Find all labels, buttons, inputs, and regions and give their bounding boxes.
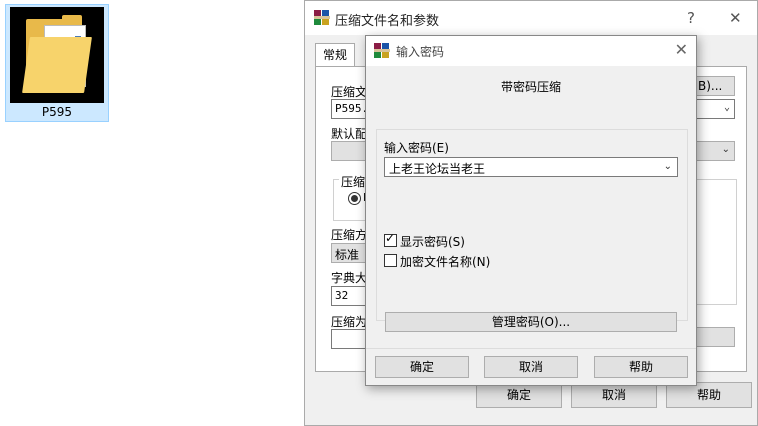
folder-icon	[10, 7, 104, 103]
folder-label: P595	[41, 105, 73, 119]
window-title: 压缩文件名和参数	[335, 14, 440, 29]
title-bar: 输入密码 ✕	[366, 36, 696, 66]
dictionary-label: 字典大	[331, 271, 368, 285]
show-password-label: 显示密码(S)	[400, 235, 465, 249]
encrypt-file-names-label: 加密文件名称(N)	[400, 255, 491, 269]
archive-name-dropdown[interactable]: ⌄	[695, 99, 735, 119]
password-field-label: 输入密码(E)	[384, 141, 449, 155]
title-bar: 压缩文件名和参数 ? ✕	[305, 1, 757, 35]
chevron-down-icon: ⌄	[723, 102, 730, 113]
winrar-icon	[374, 43, 390, 59]
options-group	[695, 179, 737, 305]
winrar-icon	[314, 10, 330, 26]
help-button[interactable]: 帮助	[594, 356, 688, 378]
cancel-button[interactable]: 取消	[484, 356, 578, 378]
help-icon[interactable]: ?	[687, 9, 695, 27]
close-icon[interactable]: ✕	[675, 40, 688, 59]
password-value: 上老王论坛当老王	[389, 162, 486, 176]
dialog-title: 输入密码	[396, 45, 445, 59]
manage-passwords-button[interactable]: 管理密码(O)...	[385, 312, 677, 332]
browse-button[interactable]: B)...	[695, 76, 735, 96]
encrypt-file-names-checkbox[interactable]	[384, 254, 397, 267]
divider	[366, 348, 696, 349]
chevron-down-icon: ⌄	[721, 144, 730, 155]
show-password-checkbox[interactable]: ✓	[384, 231, 397, 247]
close-icon[interactable]: ✕	[729, 9, 742, 27]
enter-password-dialog: 输入密码 ✕ 带密码压缩 输入密码(E) 上老王论坛当老王 ⌄ ✓ 显示密码(S…	[365, 35, 697, 386]
set-password-button[interactable]	[695, 327, 735, 347]
split-label: 压缩为	[331, 315, 368, 329]
archive-name-label: 压缩文	[331, 85, 368, 99]
checkmark-icon: ✓	[385, 231, 396, 245]
default-profile-label: 默认配	[331, 127, 368, 141]
password-input[interactable]: 上老王论坛当老王 ⌄	[384, 157, 678, 177]
method-label: 压缩方	[331, 228, 368, 242]
ok-button[interactable]: 确定	[375, 356, 469, 378]
tab-general[interactable]: 常规	[315, 43, 355, 68]
dialog-heading: 带密码压缩	[500, 80, 561, 94]
update-mode-dropdown[interactable]: ⌄	[695, 141, 735, 161]
chevron-down-icon[interactable]: ⌄	[664, 161, 672, 172]
format-radio[interactable]	[348, 192, 361, 205]
desktop-folder[interactable]: P595	[5, 4, 109, 122]
